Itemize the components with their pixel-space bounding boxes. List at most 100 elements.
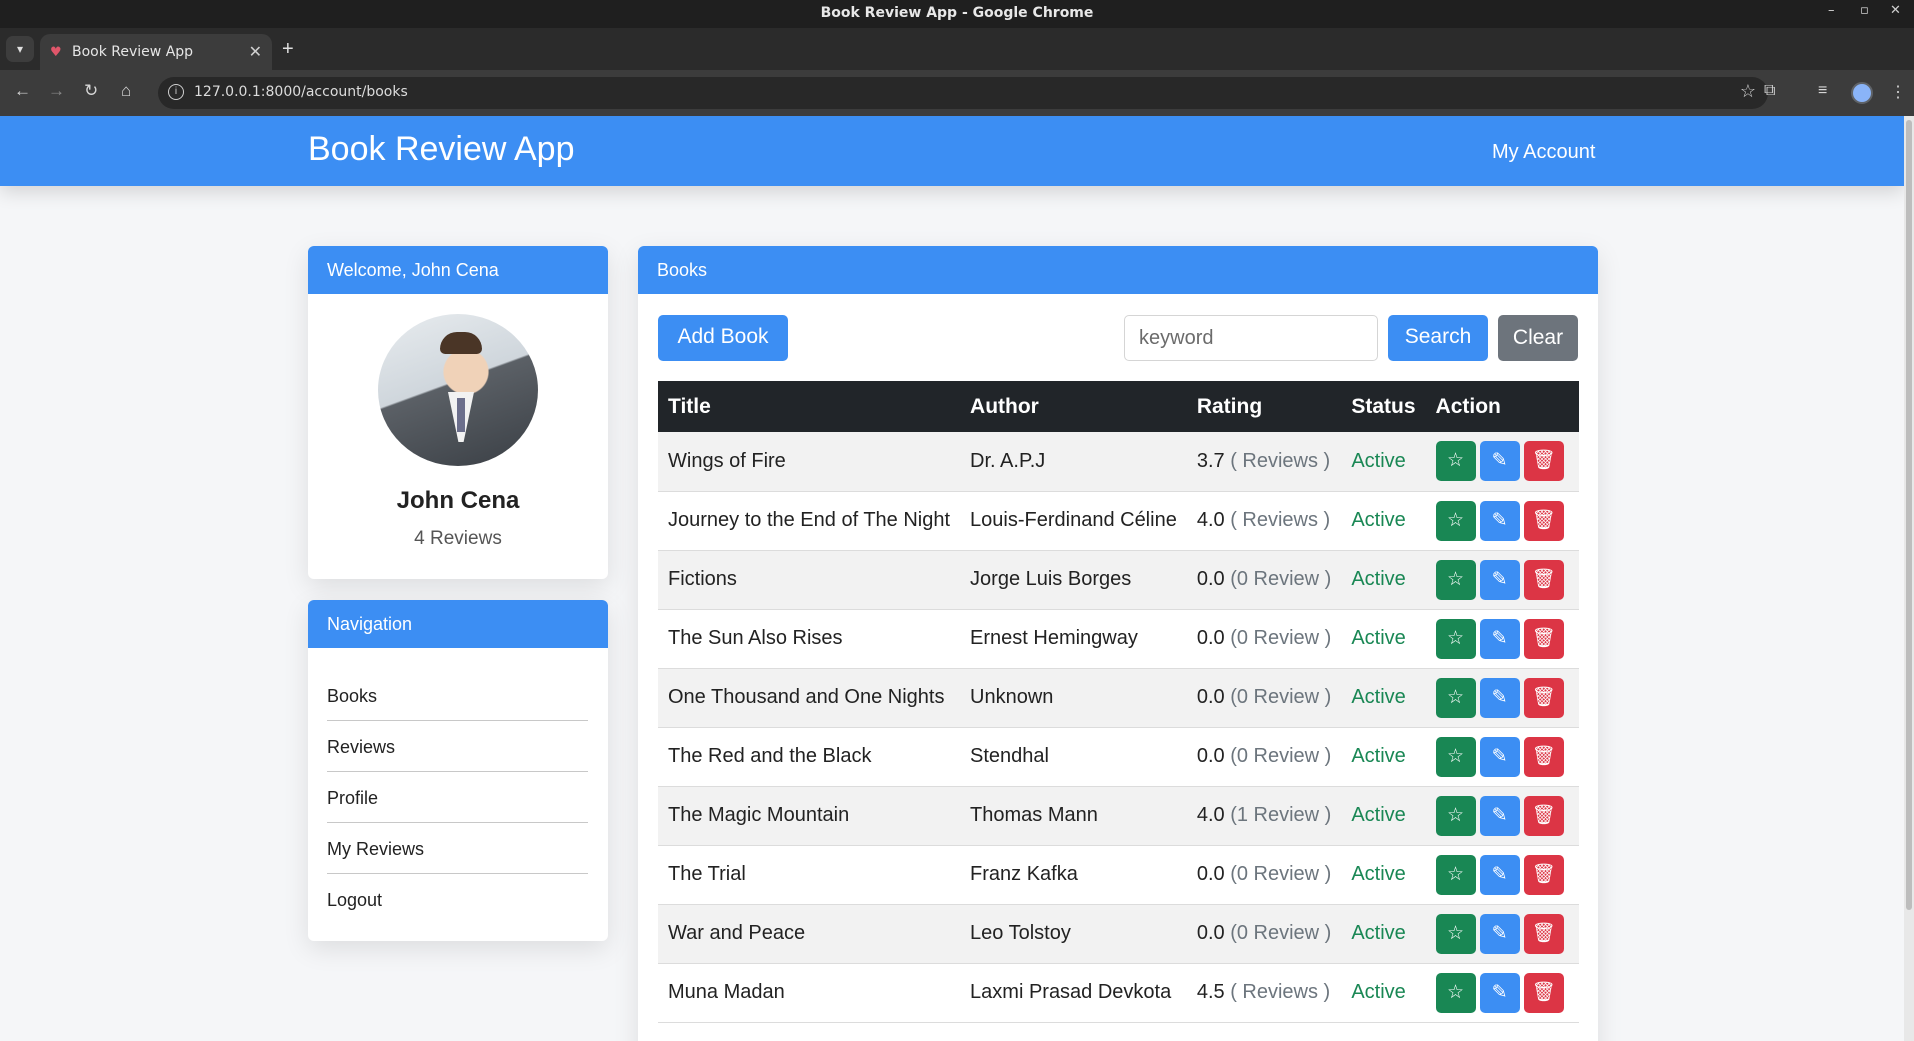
table-row: Journey to the End of The Night Louis-Fer… xyxy=(658,491,1579,551)
tab-search-icon[interactable]: ▾ xyxy=(6,36,34,62)
delete-button[interactable]: 🗑 xyxy=(1523,972,1564,1013)
bookmark-star-icon[interactable]: ☆ xyxy=(1740,81,1756,102)
review-star-button[interactable]: ☆ xyxy=(1435,854,1476,895)
table-row: War and Peace Leo Tolstoy 0.0 (0 Review ) A… xyxy=(658,904,1579,964)
review-star-button[interactable]: ☆ xyxy=(1435,972,1476,1013)
book-author: Jorge Luis Borges xyxy=(960,550,1187,610)
maximize-icon[interactable]: ▫ xyxy=(1860,3,1869,18)
edit-button[interactable]: ✎ xyxy=(1479,500,1520,541)
menu-icon[interactable]: ⋮ xyxy=(1890,82,1906,102)
column-header-rating: Rating xyxy=(1186,381,1342,432)
delete-button[interactable]: 🗑 xyxy=(1523,854,1564,895)
my-account-link[interactable]: My Account xyxy=(1492,141,1595,164)
book-author: Laxmi Prasad Devkota xyxy=(960,963,1187,1023)
clear-button[interactable]: Clear xyxy=(1498,315,1578,361)
table-header-row: Title Author Rating Status Action xyxy=(658,381,1579,432)
rating-value: 4.0 xyxy=(1196,509,1225,531)
book-author: Louis-Ferdinand Céline xyxy=(960,491,1187,551)
extensions-icon[interactable]: ⧉ xyxy=(1764,82,1775,100)
review-star-button[interactable]: ☆ xyxy=(1435,559,1476,600)
review-count: (0 Review ) xyxy=(1230,745,1332,767)
address-bar[interactable]: i 127.0.0.1:8000/account/books ☆ xyxy=(158,77,1768,109)
rating-value: 0.0 xyxy=(1196,745,1225,767)
book-status: Active xyxy=(1341,786,1426,846)
nav-item-logout[interactable]: Logout xyxy=(327,874,588,925)
edit-button[interactable]: ✎ xyxy=(1479,618,1520,659)
delete-button[interactable]: 🗑 xyxy=(1523,559,1564,600)
column-header-author: Author xyxy=(960,381,1187,432)
review-star-button[interactable]: ☆ xyxy=(1435,618,1476,659)
rating-value: 0.0 xyxy=(1196,627,1225,649)
review-count: (1 Review ) xyxy=(1230,804,1332,826)
delete-button[interactable]: 🗑 xyxy=(1523,736,1564,777)
url-text[interactable]: 127.0.0.1:8000/account/books xyxy=(194,84,408,100)
table-row: Muna Madan Laxmi Prasad Devkota 4.5 ( Revi… xyxy=(658,963,1579,1023)
edit-button[interactable]: ✎ xyxy=(1479,795,1520,836)
search-input[interactable] xyxy=(1124,315,1378,361)
table-row: The Trial Franz Kafka 0.0 (0 Review ) Activ… xyxy=(658,845,1579,905)
home-icon[interactable]: ⌂ xyxy=(121,81,131,101)
book-status: Active xyxy=(1341,668,1426,728)
delete-button[interactable]: 🗑 xyxy=(1523,913,1564,954)
review-star-button[interactable]: ☆ xyxy=(1435,500,1476,541)
edit-button[interactable]: ✎ xyxy=(1479,736,1520,777)
forward-icon[interactable]: → xyxy=(48,81,65,101)
book-author: Unknown xyxy=(960,668,1187,728)
brand-title[interactable]: Book Review App xyxy=(308,130,575,169)
book-actions: ☆ ✎ 🗑 xyxy=(1425,845,1579,905)
add-book-button[interactable]: Add Book xyxy=(658,315,788,361)
edit-button[interactable]: ✎ xyxy=(1479,441,1520,482)
table-row: The Sun Also Rises Ernest Hemingway 0.0 (0… xyxy=(658,609,1579,669)
delete-button[interactable]: 🗑 xyxy=(1523,441,1564,482)
close-window-icon[interactable]: ✕ xyxy=(1890,3,1901,18)
search-button[interactable]: Search xyxy=(1388,315,1488,361)
book-title: One Thousand and One Nights xyxy=(658,668,961,728)
book-rating: 4.0 (1 Review ) xyxy=(1186,786,1342,846)
page-scrollbar[interactable] xyxy=(1904,116,1914,1041)
review-star-button[interactable]: ☆ xyxy=(1435,677,1476,718)
delete-button[interactable]: 🗑 xyxy=(1523,677,1564,718)
browser-tab[interactable]: ♥ Book Review App ✕ xyxy=(40,34,272,70)
delete-button[interactable]: 🗑 xyxy=(1523,500,1564,541)
nav-item-profile[interactable]: Profile xyxy=(327,772,588,823)
new-tab-icon[interactable]: + xyxy=(282,38,294,61)
delete-button[interactable]: 🗑 xyxy=(1523,618,1564,659)
edit-button[interactable]: ✎ xyxy=(1479,972,1520,1013)
edit-button[interactable]: ✎ xyxy=(1479,913,1520,954)
book-status: Active xyxy=(1341,432,1426,492)
delete-button[interactable]: 🗑 xyxy=(1523,795,1564,836)
nav-item-reviews[interactable]: Reviews xyxy=(327,721,588,772)
scrollbar-thumb[interactable] xyxy=(1906,120,1912,910)
edit-button[interactable]: ✎ xyxy=(1479,677,1520,718)
site-info-icon[interactable]: i xyxy=(168,84,184,100)
favicon-icon: ♥ xyxy=(50,45,62,60)
profile-avatar-icon[interactable] xyxy=(1851,82,1873,104)
table-row: One Thousand and One Nights Unknown 0.0 (0… xyxy=(658,668,1579,728)
book-actions: ☆ ✎ 🗑 xyxy=(1425,668,1579,728)
back-icon[interactable]: ← xyxy=(14,81,31,101)
reload-icon[interactable]: ↻ xyxy=(84,81,98,101)
book-title: Wings of Fire xyxy=(658,432,961,492)
edit-button[interactable]: ✎ xyxy=(1479,854,1520,895)
review-star-button[interactable]: ☆ xyxy=(1435,795,1476,836)
column-header-status: Status xyxy=(1341,381,1426,432)
review-count: (0 Review ) xyxy=(1230,863,1332,885)
book-rating: 0.0 (0 Review ) xyxy=(1186,609,1342,669)
review-star-button[interactable]: ☆ xyxy=(1435,736,1476,777)
book-rating: 0.0 (0 Review ) xyxy=(1186,727,1342,787)
edit-button[interactable]: ✎ xyxy=(1479,559,1520,600)
book-actions: ☆ ✎ 🗑 xyxy=(1425,904,1579,964)
nav-item-books[interactable]: Books xyxy=(327,670,588,721)
review-star-button[interactable]: ☆ xyxy=(1435,913,1476,954)
media-icon[interactable]: ≡ xyxy=(1818,82,1827,100)
tab-title: Book Review App xyxy=(72,44,194,60)
close-tab-icon[interactable]: ✕ xyxy=(249,42,262,61)
book-status: Active xyxy=(1341,845,1426,905)
minimize-icon[interactable]: – xyxy=(1828,3,1835,18)
app-navbar: Book Review App My Account xyxy=(0,116,1904,186)
book-status: Active xyxy=(1341,963,1426,1023)
book-actions: ☆ ✎ 🗑 xyxy=(1425,727,1579,787)
review-star-button[interactable]: ☆ xyxy=(1435,441,1476,482)
book-rating: 3.7 ( Reviews ) xyxy=(1186,432,1342,492)
nav-item-my-reviews[interactable]: My Reviews xyxy=(327,823,588,874)
